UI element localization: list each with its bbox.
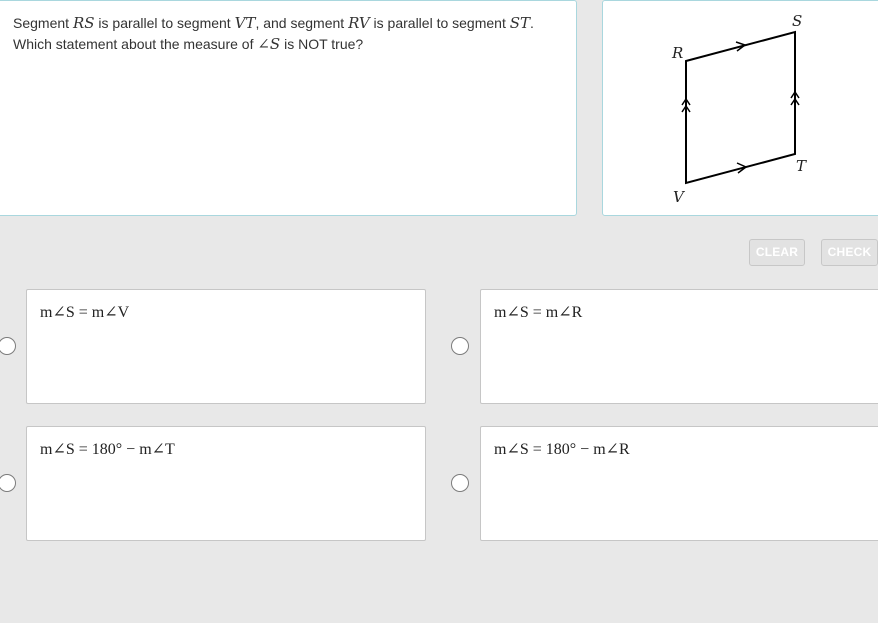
question-text: Segment RS is parallel to segment VT, an… xyxy=(13,13,568,55)
answer-choice-2[interactable]: m∠S = m∠R xyxy=(480,289,878,404)
figure-panel: R S T V xyxy=(602,0,878,216)
vertex-label-v: V xyxy=(673,188,686,206)
choice-radio-4[interactable] xyxy=(451,474,469,492)
question-text-segment: is NOT true? xyxy=(280,36,364,52)
check-button[interactable]: CHECK xyxy=(821,239,878,266)
parallelogram-rstv xyxy=(685,30,796,185)
segment-rs: RS xyxy=(72,14,95,32)
question-line-1: Segment RS is parallel to segment VT, an… xyxy=(13,13,568,34)
choice-text: m∠S = m∠V xyxy=(40,304,130,321)
clear-button[interactable]: CLEAR xyxy=(749,239,805,266)
question-text-segment: Which statement about the measure of xyxy=(13,36,258,52)
vertex-label-s: S xyxy=(792,12,802,30)
choice-text: m∠S = 180° − m∠T xyxy=(40,441,175,458)
segment-st: ST xyxy=(509,14,531,32)
question-text-segment: . xyxy=(530,15,534,31)
vertex-label-r: R xyxy=(671,44,683,62)
question-text-segment: is parallel to segment xyxy=(369,15,510,31)
choice-radio-2[interactable] xyxy=(451,337,469,355)
angle-s: ∠S xyxy=(257,35,281,53)
question-line-2: Which statement about the measure of ∠S … xyxy=(13,34,568,55)
question-text-segment: , and segment xyxy=(255,15,349,31)
parallelogram-figure: R S T V xyxy=(671,12,807,206)
choice-text: m∠S = m∠R xyxy=(494,304,583,321)
choice-radio-3[interactable] xyxy=(0,474,16,492)
answer-choice-1[interactable]: m∠S = m∠V xyxy=(26,289,426,404)
segment-rv: RV xyxy=(348,14,370,32)
choice-text: m∠S = 180° − m∠R xyxy=(494,441,630,458)
vertex-label-t: T xyxy=(796,157,807,175)
choice-radio-1[interactable] xyxy=(0,337,16,355)
answer-choice-4[interactable]: m∠S = 180° − m∠R xyxy=(480,426,878,541)
segment-vt: VT xyxy=(234,14,256,32)
question-panel: Segment RS is parallel to segment VT, an… xyxy=(0,0,577,216)
question-text-segment: Segment xyxy=(13,15,73,31)
question-text-segment: is parallel to segment xyxy=(94,15,235,31)
answer-choice-3[interactable]: m∠S = 180° − m∠T xyxy=(26,426,426,541)
